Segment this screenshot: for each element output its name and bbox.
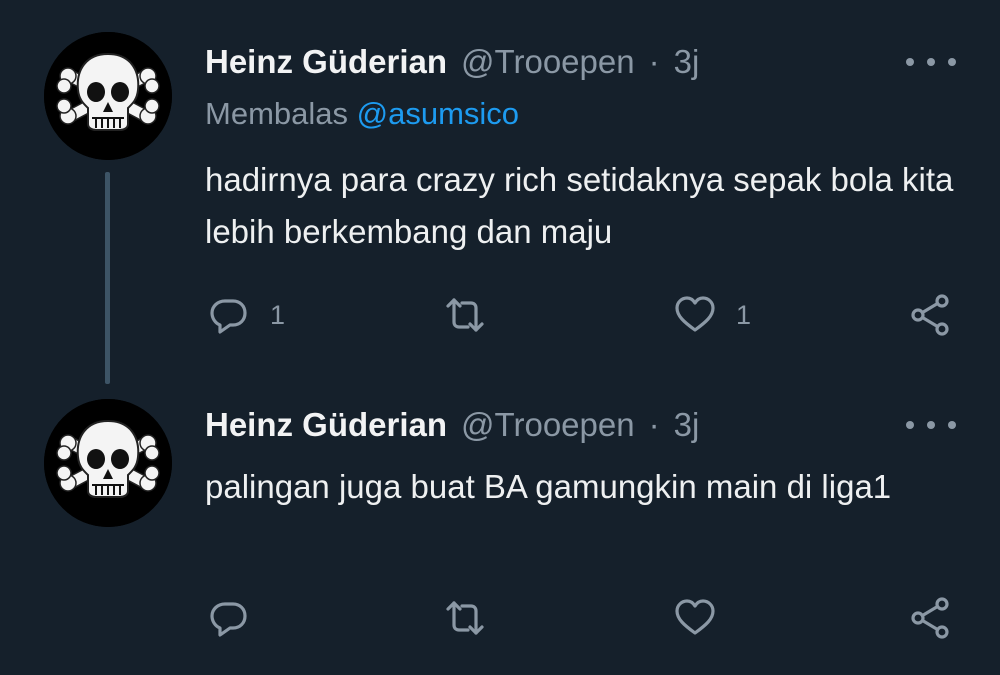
tweet-actions: 1 1 bbox=[0, 290, 1000, 340]
skull-crossbones-icon bbox=[44, 32, 172, 160]
reply-button[interactable]: 1 bbox=[206, 290, 285, 340]
share-icon bbox=[911, 597, 949, 639]
heart-icon bbox=[675, 599, 715, 635]
reply-icon bbox=[210, 299, 247, 334]
retweet-button[interactable] bbox=[442, 593, 506, 643]
author-handle[interactable]: @Trooepen bbox=[461, 406, 635, 444]
like-button[interactable]: 1 bbox=[672, 290, 751, 340]
heart-icon bbox=[675, 296, 715, 332]
like-button[interactable] bbox=[672, 593, 736, 643]
author-name[interactable]: Heinz Güderian bbox=[205, 406, 447, 444]
like-count: 1 bbox=[736, 299, 752, 330]
retweet-icon bbox=[446, 298, 484, 332]
tweet[interactable]: Heinz Güderian @Trooepen · 3j Membalas @… bbox=[0, 0, 1000, 385]
thread-connector-line bbox=[105, 172, 110, 384]
share-button[interactable] bbox=[908, 593, 954, 643]
reply-mention-link[interactable]: @asumsico bbox=[357, 96, 519, 131]
separator-dot: · bbox=[648, 43, 660, 80]
reply-icon bbox=[210, 602, 247, 637]
reply-count: 1 bbox=[270, 299, 286, 330]
skull-crossbones-icon bbox=[44, 399, 172, 527]
retweet-icon bbox=[446, 601, 484, 635]
share-icon bbox=[911, 294, 949, 336]
author-name[interactable]: Heinz Güderian bbox=[205, 43, 447, 81]
timestamp[interactable]: 3j bbox=[674, 406, 700, 444]
tweet-header: Heinz Güderian @Trooepen · 3j bbox=[205, 400, 699, 450]
avatar[interactable] bbox=[44, 32, 172, 160]
reply-button[interactable] bbox=[206, 593, 270, 643]
tweet-text: hadirnya para crazy rich setidaknya sepa… bbox=[205, 161, 954, 250]
separator-dot: · bbox=[648, 406, 660, 443]
share-button[interactable] bbox=[908, 290, 954, 340]
tweet-actions bbox=[0, 593, 1000, 643]
tweet[interactable]: Heinz Güderian @Trooepen · 3j palingan j… bbox=[0, 385, 1000, 675]
replying-to-label: Membalas bbox=[205, 96, 348, 131]
author-handle[interactable]: @Trooepen bbox=[461, 43, 635, 81]
more-options-icon[interactable] bbox=[906, 47, 956, 77]
timestamp[interactable]: 3j bbox=[674, 43, 700, 81]
avatar[interactable] bbox=[44, 399, 172, 527]
tweet-text: palingan juga buat BA gamungkin main di … bbox=[205, 468, 892, 505]
retweet-button[interactable] bbox=[442, 290, 506, 340]
tweet-header: Heinz Güderian @Trooepen · 3j bbox=[205, 37, 699, 87]
replying-to: Membalas @asumsico bbox=[205, 96, 519, 132]
more-options-icon[interactable] bbox=[906, 410, 956, 440]
